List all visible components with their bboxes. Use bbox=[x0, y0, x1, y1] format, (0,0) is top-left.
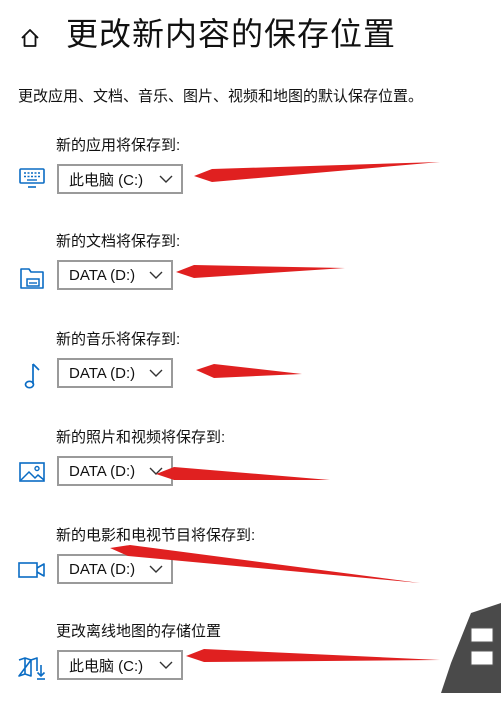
annotation-arrow bbox=[156, 467, 330, 480]
annotation-arrow bbox=[186, 649, 440, 662]
corner-decoration bbox=[441, 603, 501, 693]
annotation-arrow bbox=[176, 265, 345, 278]
annotation-arrow bbox=[110, 545, 420, 583]
annotation-arrows bbox=[110, 162, 440, 662]
annotation-arrow bbox=[196, 364, 302, 378]
annotation-arrow bbox=[194, 162, 440, 182]
